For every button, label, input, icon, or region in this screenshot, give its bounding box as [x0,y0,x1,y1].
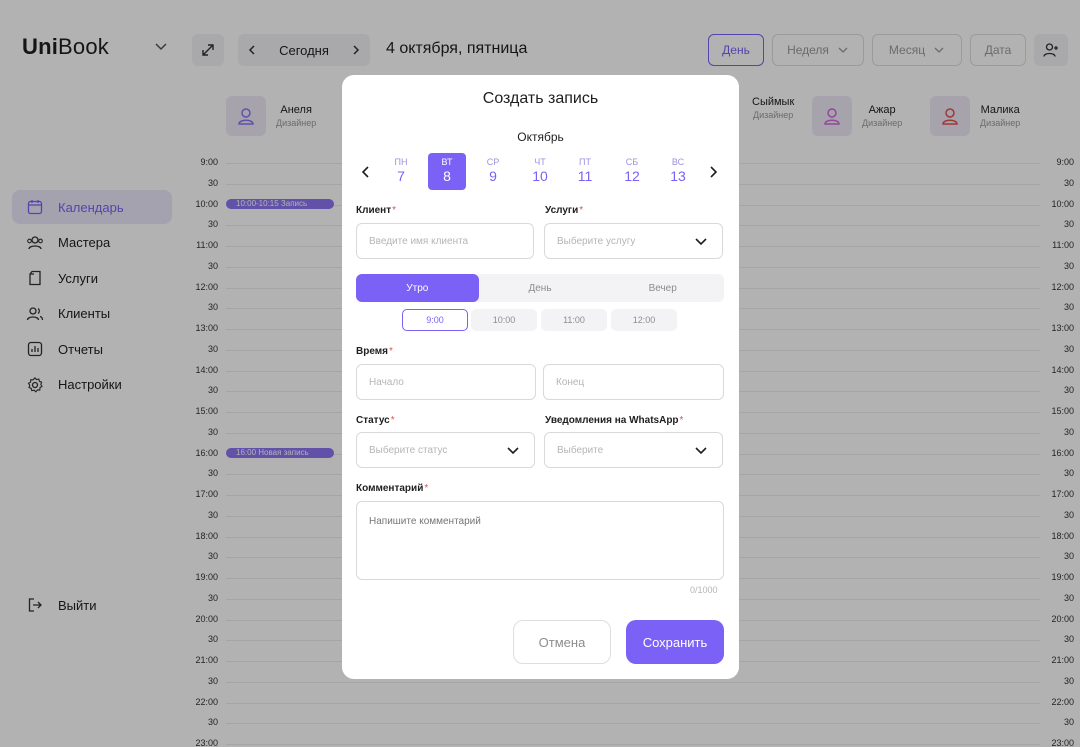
create-appointment-modal: Создать запись Октябрь ПН 7 ВТ 8 СР 9 ЧТ 10 … [342,75,739,679]
cancel-button[interactable]: Отмена [513,620,611,664]
status-select[interactable]: Выберите статус [356,432,535,468]
client-label: Клиент* [356,205,397,216]
day-picker-item[interactable]: СБ 12 [613,153,651,190]
period-morning-tab[interactable]: Утро [356,274,479,302]
day-picker-item[interactable]: ВС 13 [659,153,697,190]
chevron-down-icon [695,447,707,455]
time-slot[interactable]: 11:00 [541,309,607,331]
start-time-input[interactable]: Начало [356,364,536,400]
client-input[interactable]: Введите имя клиента [356,223,534,259]
day-picker-item[interactable]: СР 9 [474,153,512,190]
day-picker-item[interactable]: ПН 7 [382,153,420,190]
comment-label: Комментарий* [356,483,429,494]
chevron-down-icon [507,447,519,455]
end-time-input[interactable]: Конец [543,364,724,400]
chevron-down-icon [695,238,707,246]
modal-title: Создать запись [482,90,599,107]
day-picker-item[interactable]: ПТ 11 [566,153,604,190]
chevron-right-icon[interactable] [707,165,719,179]
whatsapp-label: Уведомления на WhatsApp* [545,415,684,426]
time-label: Время* [356,346,393,357]
services-select[interactable]: Выберите услугу [544,223,723,259]
time-slot[interactable]: 12:00 [611,309,677,331]
day-picker-item[interactable]: ЧТ 10 [521,153,559,190]
month-label: Октябрь [517,130,564,144]
period-evening-tab[interactable]: Вечер [601,274,724,302]
services-label: Услуги* [545,205,584,216]
day-picker-item-selected[interactable]: ВТ 8 [428,153,466,190]
chevron-left-icon[interactable] [360,165,372,179]
time-slot-selected[interactable]: 9:00 [402,309,468,331]
time-slot[interactable]: 10:00 [471,309,537,331]
period-segmented-control: Утро День Вечер [356,274,724,302]
period-day-tab[interactable]: День [479,274,602,302]
comment-textarea[interactable] [356,501,724,580]
character-counter: 0/1000 [690,585,718,595]
save-button[interactable]: Сохранить [626,620,724,664]
status-label: Статус* [356,415,395,426]
whatsapp-select[interactable]: Выберите [544,432,723,468]
